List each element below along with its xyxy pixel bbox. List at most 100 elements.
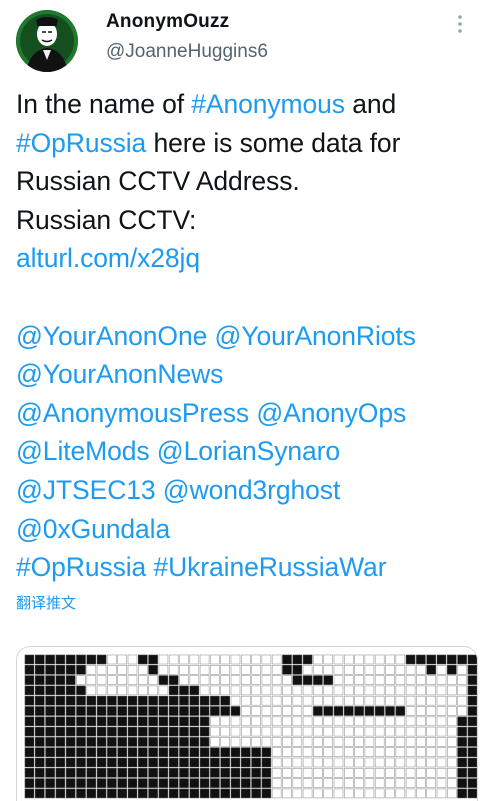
pixel-cell [395, 737, 406, 747]
pixel-cell [354, 706, 364, 716]
pixel-cell [354, 747, 364, 757]
pixel-cell [302, 757, 313, 768]
pixel-cell [107, 788, 117, 799]
pixel-cell [86, 778, 97, 788]
hashtag-link[interactable]: #Anonymous [191, 89, 345, 119]
pixel-cell [168, 695, 179, 706]
pixel-cell [436, 675, 447, 685]
pixel-cell [34, 726, 45, 737]
pixel-cell [354, 768, 364, 778]
mention-link[interactable]: @JTSEC13 [16, 475, 156, 505]
handle[interactable]: @JoanneHuggins6 [106, 40, 268, 64]
pixel-cell [323, 737, 334, 747]
pixel-cell [24, 695, 35, 706]
pixel-cell [385, 664, 395, 675]
hashtag-link[interactable]: #OpRussia [16, 128, 146, 158]
pixel-cell [117, 788, 127, 799]
pixel-cell [302, 747, 313, 757]
pixel-cell [45, 757, 55, 768]
pixel-cell [127, 675, 138, 685]
pixel-cell [138, 788, 148, 799]
pixel-cell [271, 695, 282, 706]
hashtag-link[interactable]: #UkraineRussiaWar [153, 552, 386, 582]
mention-link[interactable]: @LiteMods [16, 436, 150, 466]
mention-link[interactable]: @YourAnonNews [16, 359, 223, 389]
pixel-cell [96, 716, 107, 727]
display-name[interactable]: AnonymOuzz [106, 10, 268, 34]
tweet-line: In the name of #Anonymous and [16, 85, 476, 124]
pixel-cell [292, 706, 303, 716]
pixel-cell [446, 778, 457, 788]
mention-link[interactable]: @YourAnonRiots [215, 321, 416, 351]
pixel-cell [436, 757, 447, 768]
pixel-cell [45, 737, 55, 747]
pixel-cell [426, 778, 437, 788]
pixel-cell [199, 778, 210, 788]
pixel-cell [148, 664, 158, 675]
mention-link[interactable]: @wond3rghost [163, 475, 341, 505]
pixel-cell [405, 788, 416, 799]
pixel-cell [395, 695, 406, 706]
pixel-cell [127, 706, 138, 716]
pixel-cell [138, 685, 148, 696]
pixel-cell [45, 664, 55, 675]
pixel-cell [189, 747, 200, 757]
pixel-cell [292, 778, 303, 788]
pixel-cell [426, 654, 437, 665]
pixel-cell [241, 664, 251, 675]
tweet-media-image[interactable] [16, 646, 478, 801]
pixel-cell [199, 716, 210, 727]
pixel-cell [323, 695, 334, 706]
pixel-cell [313, 685, 323, 696]
pixel-cell [158, 664, 169, 675]
pixel-cell [313, 757, 323, 768]
url-link[interactable]: alturl.com/x28jq [16, 243, 200, 273]
pixel-cell [199, 747, 210, 757]
pixel-cell [467, 664, 477, 675]
pixel-cell [292, 695, 303, 706]
pixel-cell [416, 757, 426, 768]
pixel-cell [127, 664, 138, 675]
hashtag-link[interactable]: #OpRussia [16, 552, 146, 582]
pixel-cell [395, 664, 406, 675]
pixel-cell [210, 726, 220, 737]
pixel-cell [55, 757, 66, 768]
pixel-cell [261, 695, 272, 706]
pixel-cell [76, 716, 86, 727]
pixel-cell [127, 716, 138, 727]
pixel-cell [45, 726, 55, 737]
pixel-cell [65, 664, 76, 675]
pixel-cell [127, 726, 138, 737]
pixel-cell [364, 706, 375, 716]
avatar[interactable] [16, 10, 78, 72]
pixel-cell [446, 726, 457, 737]
pixel-cell [55, 737, 66, 747]
pixel-cell [138, 706, 148, 716]
pixel-cell [220, 664, 230, 675]
mention-link[interactable]: @AnonymousPress [16, 398, 249, 428]
pixel-cell [261, 716, 272, 727]
pixel-cell [96, 695, 107, 706]
pixel-cell [45, 654, 55, 665]
mention-link[interactable]: @YourAnonOne [16, 321, 207, 351]
pixel-cell [271, 654, 282, 665]
pixel-cell [374, 768, 385, 778]
pixel-cell [96, 788, 107, 799]
pixel-cell [333, 695, 344, 706]
more-vertical-icon[interactable] [452, 12, 468, 36]
mention-link[interactable]: @LorianSynaro [157, 436, 340, 466]
pixel-cell [189, 706, 200, 716]
pixel-cell [446, 757, 457, 768]
pixel-cell [457, 706, 467, 716]
mention-link[interactable]: @0xGundala [16, 514, 170, 544]
tweet-line: @0xGundala [16, 510, 476, 549]
pixel-cell [179, 757, 189, 768]
pixel-cell [96, 685, 107, 696]
pixel-cell [292, 747, 303, 757]
mention-link[interactable]: @AnonyOps [256, 398, 406, 428]
tweet-line: #OpRussia here is some data for [16, 124, 476, 163]
pixel-cell [168, 788, 179, 799]
translate-tweet-link[interactable]: 翻译推文 [16, 592, 76, 613]
pixel-cell [354, 737, 364, 747]
pixel-cell [354, 695, 364, 706]
